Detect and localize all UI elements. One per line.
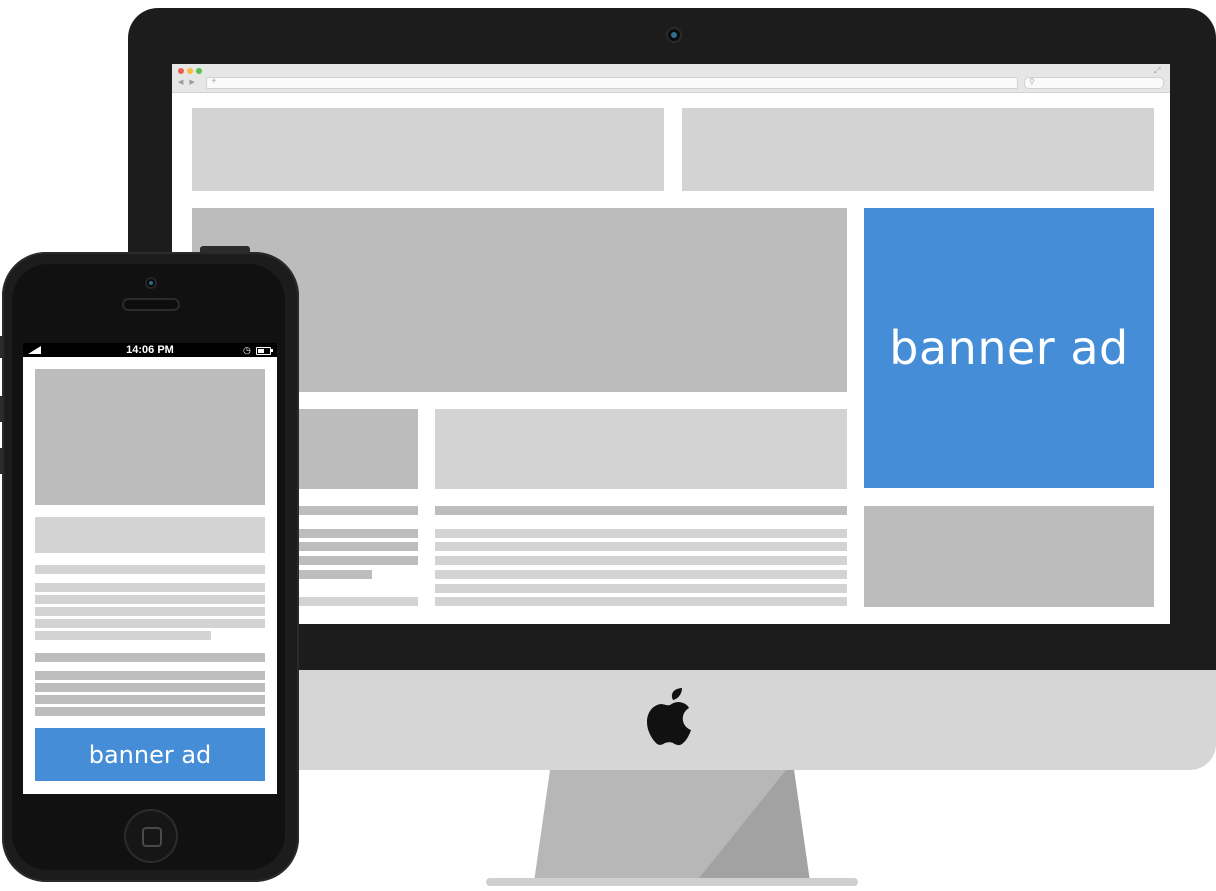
plus-icon: + — [211, 76, 217, 87]
mobile-title-placeholder — [35, 517, 265, 553]
text-line — [35, 671, 265, 680]
text-line — [35, 707, 265, 716]
text-line — [435, 597, 847, 606]
status-time: 14:06 PM — [126, 344, 174, 356]
status-bar: 14:06 PM ◷ — [23, 343, 277, 357]
minimize-window-button[interactable] — [187, 68, 193, 74]
article-header-placeholder — [435, 409, 847, 489]
text-line — [35, 619, 265, 628]
imac-camera-icon — [668, 29, 680, 41]
phone-screen: 14:06 PM ◷ banner ad — [23, 343, 277, 794]
battery-tip — [271, 349, 273, 352]
mobile-banner-ad-text: banner ad — [88, 740, 212, 769]
text-line — [435, 570, 847, 579]
imac-stand — [486, 770, 858, 886]
search-icon: ⚲ — [1029, 77, 1035, 86]
mobile-banner-ad[interactable]: banner ad — [35, 728, 265, 781]
zoom-window-button[interactable] — [196, 68, 202, 74]
sidebar-placeholder — [864, 506, 1154, 607]
text-line — [35, 695, 265, 704]
text-line — [35, 653, 265, 662]
text-line — [35, 607, 265, 616]
text-line — [35, 631, 211, 640]
imac-screen: ◀ ▶ + ⚲ ⤢ banner ad — [172, 64, 1170, 624]
battery-icon — [256, 347, 271, 355]
text-line — [435, 584, 847, 593]
phone-camera-icon — [147, 279, 155, 287]
battery-level — [258, 349, 264, 353]
back-forward-icon[interactable]: ◀ ▶ — [178, 79, 197, 87]
text-line — [35, 583, 265, 592]
phone-speaker — [124, 300, 178, 309]
text-line — [435, 529, 847, 538]
header-block-left — [192, 108, 664, 191]
text-line — [435, 506, 847, 515]
address-bar[interactable]: + — [206, 76, 1018, 89]
text-line — [35, 595, 265, 604]
text-line — [435, 542, 847, 551]
alarm-icon: ◷ — [243, 345, 251, 355]
close-window-button[interactable] — [178, 68, 184, 74]
desktop-banner-ad[interactable]: banner ad — [864, 208, 1154, 488]
text-line — [435, 556, 847, 565]
text-line — [35, 565, 265, 574]
fullscreen-icon[interactable]: ⤢ — [1154, 66, 1160, 76]
browser-search-field[interactable]: ⚲ — [1024, 77, 1164, 89]
text-line — [35, 683, 265, 692]
desktop-banner-ad-text: banner ad — [889, 321, 1129, 375]
mobile-hero-placeholder — [35, 369, 265, 505]
apple-logo-icon — [646, 688, 694, 746]
home-square-icon — [142, 827, 162, 847]
header-block-right — [682, 108, 1154, 191]
browser-toolbar: ◀ ▶ + ⚲ ⤢ — [172, 64, 1170, 93]
